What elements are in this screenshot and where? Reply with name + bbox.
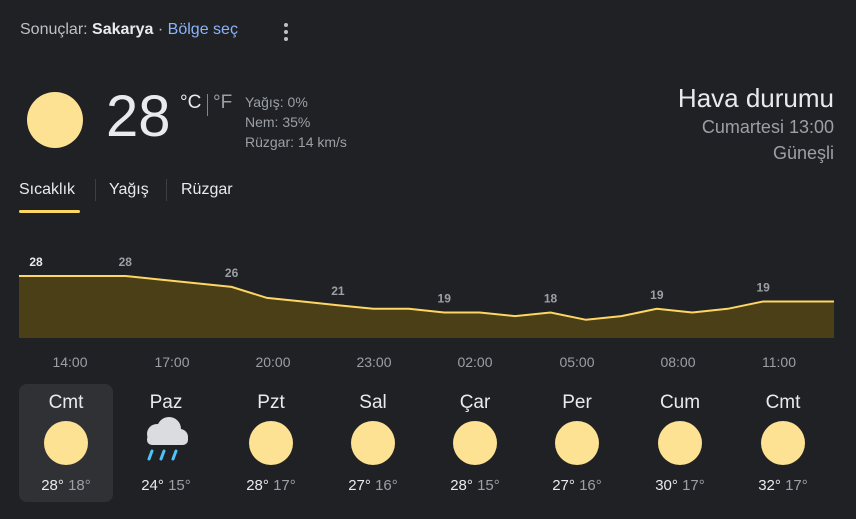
chart-value-label: 26 — [225, 266, 239, 280]
chart-value-label: 18 — [544, 291, 558, 305]
day-temps: 28° 17° — [224, 477, 318, 494]
high-temp: 28° — [41, 477, 64, 494]
day-name: Cmt — [48, 392, 84, 413]
low-temp: 17° — [785, 477, 808, 494]
sun-icon — [351, 421, 395, 465]
day-name: Cum — [659, 392, 701, 413]
active-tab-indicator — [19, 210, 80, 213]
tab-precipitation[interactable]: Yağış — [109, 181, 149, 199]
results-header: Sonuçlar: Sakarya · Bölge seç — [20, 21, 238, 39]
day-temps: 30° 17° — [633, 477, 727, 494]
forecast-day-wednesday[interactable]: Çar 28° 15° — [428, 384, 522, 502]
high-temp: 28° — [246, 477, 269, 494]
low-temp: 18° — [68, 477, 91, 494]
low-temp: 15° — [168, 477, 191, 494]
day-name: Cmt — [765, 392, 801, 413]
day-name: Per — [562, 392, 592, 413]
x-tick-label: 23:00 — [356, 354, 392, 370]
location-name: Sakarya — [92, 21, 154, 38]
chart-area-fill — [19, 276, 834, 338]
sun-icon — [44, 421, 88, 465]
temperature-chart[interactable]: 28 28 26 21 19 18 19 19 — [0, 240, 856, 340]
forecast-day-next-saturday[interactable]: Cmt 32° 17° — [736, 384, 830, 502]
low-temp: 16° — [579, 477, 602, 494]
tab-divider — [166, 179, 167, 201]
forecast-day-sunday[interactable]: Paz 24° 15° — [119, 384, 213, 502]
tab-wind[interactable]: Rüzgar — [181, 181, 233, 199]
sun-icon — [249, 421, 293, 465]
results-label: Sonuçlar: — [20, 21, 88, 38]
day-temps: 32° 17° — [736, 477, 830, 494]
current-temperature: 28 — [106, 84, 171, 149]
chart-value-label: 19 — [756, 281, 770, 295]
x-tick-label: 14:00 — [52, 354, 88, 370]
sun-icon — [658, 421, 702, 465]
x-tick-label: 11:00 — [762, 354, 796, 370]
weather-datetime: Cumartesi 13:00 — [701, 117, 834, 137]
day-temps: 27° 16° — [530, 477, 624, 494]
chart-value-label: 28 — [119, 255, 133, 269]
high-temp: 28° — [450, 477, 473, 494]
high-temp: 30° — [655, 477, 678, 494]
high-temp: 24° — [141, 477, 164, 494]
low-temp: 16° — [375, 477, 398, 494]
wind-text: Rüzgar: 14 km/s — [245, 134, 347, 150]
weather-condition: Güneşli — [772, 143, 834, 163]
rain-cloud-icon — [147, 417, 188, 461]
chart-value-label: 19 — [650, 288, 664, 302]
forecast-day-monday[interactable]: Pzt 28° 17° — [224, 384, 318, 502]
day-name: Çar — [459, 392, 491, 413]
x-tick-label: 08:00 — [660, 354, 696, 370]
day-temps: 24° 15° — [119, 477, 213, 494]
choose-region-link[interactable]: Bölge seç — [168, 21, 238, 38]
precipitation-text: Yağış: 0% — [245, 94, 308, 110]
celsius-toggle[interactable]: °C — [180, 92, 201, 114]
separator-dot: · — [157, 21, 164, 38]
sun-icon — [555, 421, 599, 465]
high-temp: 32° — [758, 477, 781, 494]
tab-divider — [95, 179, 96, 201]
low-temp: 17° — [682, 477, 705, 494]
more-vert-icon[interactable] — [278, 20, 294, 44]
day-name: Pzt — [257, 392, 285, 413]
high-temp: 27° — [552, 477, 575, 494]
day-name: Paz — [149, 392, 183, 413]
forecast-day-saturday[interactable]: Cmt 28° 18° — [19, 384, 113, 502]
forecast-day-tuesday[interactable]: Sal 27° 16° — [326, 384, 420, 502]
low-temp: 17° — [273, 477, 296, 494]
forecast-day-thursday[interactable]: Per 27° 16° — [530, 384, 624, 502]
chart-value-label: 28 — [29, 255, 43, 269]
day-temps: 28° 18° — [19, 477, 113, 494]
day-temps: 27° 16° — [326, 477, 420, 494]
unit-divider — [207, 94, 208, 116]
day-name: Sal — [359, 392, 387, 413]
forecast-day-friday[interactable]: Cum 30° 17° — [633, 384, 727, 502]
chart-value-label: 19 — [438, 291, 452, 305]
fahrenheit-toggle[interactable]: °F — [213, 92, 232, 114]
sun-icon — [453, 421, 497, 465]
weather-details: Yağış: 0% Nem: 35% Rüzgar: 14 km/s — [245, 92, 347, 152]
sun-icon — [27, 92, 83, 148]
x-tick-label: 05:00 — [559, 354, 595, 370]
tab-temperature[interactable]: Sıcaklık — [19, 181, 75, 199]
x-tick-label: 02:00 — [457, 354, 493, 370]
day-temps: 28° 15° — [428, 477, 522, 494]
weather-title: Hava durumu — [677, 83, 834, 113]
humidity-text: Nem: 35% — [245, 114, 311, 130]
low-temp: 15° — [477, 477, 500, 494]
chart-value-label: 21 — [331, 284, 345, 298]
x-tick-label: 17:00 — [154, 354, 190, 370]
x-tick-label: 20:00 — [255, 354, 291, 370]
sun-icon — [761, 421, 805, 465]
high-temp: 27° — [348, 477, 371, 494]
